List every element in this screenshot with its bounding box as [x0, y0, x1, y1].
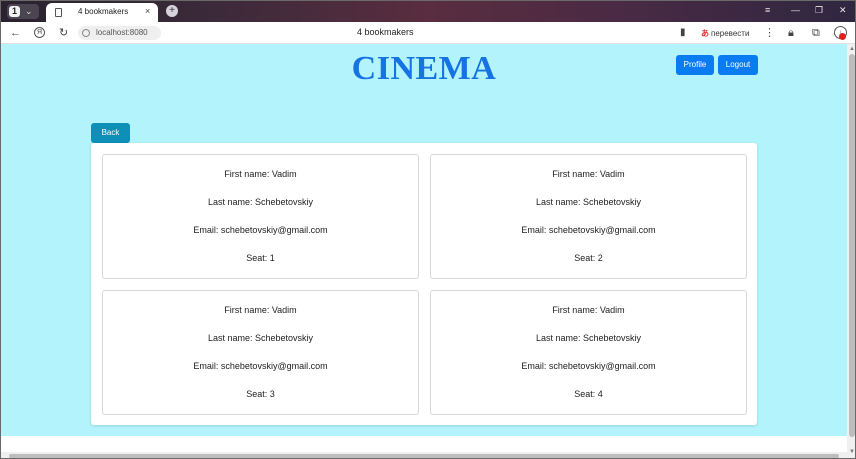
- back-arrow-icon[interactable]: ←: [10, 26, 21, 40]
- browser-window: 1 ⌄ 4 bookmakers × + ≡ — ❐ ✕ ← Я ↻ local…: [0, 0, 856, 459]
- email: Email: schebetovskiy@gmail.com: [521, 225, 656, 235]
- more-icon[interactable]: ⋮: [764, 26, 775, 40]
- first-name: First name: Vadim: [552, 169, 625, 179]
- lock-icon[interactable]: 🔒︎: [788, 26, 794, 40]
- booking-card: First name: Vadim Last name: Schebetovsk…: [102, 290, 419, 415]
- tab-bar: 1 ⌄ 4 bookmakers × + ≡ — ❐ ✕: [1, 1, 855, 22]
- notification-badge: [839, 33, 846, 40]
- url-text: localhost:8080: [96, 28, 148, 37]
- back-button[interactable]: Back: [91, 123, 130, 143]
- chevron-down-icon: ⌄: [25, 6, 33, 16]
- site-info-icon[interactable]: [82, 29, 90, 37]
- minimize-icon[interactable]: —: [791, 5, 800, 15]
- tab-active[interactable]: 4 bookmakers ×: [46, 3, 158, 22]
- extensions-icon[interactable]: ⧉: [812, 26, 820, 40]
- email: Email: schebetovskiy@gmail.com: [193, 361, 328, 371]
- horizontal-scrollbar[interactable]: [1, 452, 847, 458]
- close-window-icon[interactable]: ✕: [839, 5, 847, 16]
- scroll-up-icon[interactable]: ▲: [849, 46, 855, 52]
- seat: Seat: 2: [574, 253, 603, 263]
- bookmark-icon[interactable]: ▮: [680, 26, 686, 40]
- last-name: Last name: Schebetovskiy: [535, 197, 642, 207]
- address-bar: ← Я ↻ localhost:8080 4 bookmakers ▮ あ пер…: [1, 22, 855, 44]
- translate-icon: あ: [701, 29, 709, 38]
- reload-icon[interactable]: ↻: [59, 26, 68, 40]
- yandex-icon[interactable]: Я: [34, 27, 45, 38]
- profile-button[interactable]: Profile: [676, 55, 714, 75]
- booking-card: First name: Vadim Last name: Schebetovsk…: [430, 154, 747, 279]
- tab-count-badge: 1: [9, 6, 20, 17]
- first-name: First name: Vadim: [224, 169, 297, 179]
- booking-card: First name: Vadim Last name: Schebetovsk…: [430, 290, 747, 415]
- logout-button[interactable]: Logout: [718, 55, 758, 75]
- seat: Seat: 3: [246, 389, 275, 399]
- new-tab-button[interactable]: +: [166, 5, 178, 17]
- page-viewport: CINEMA Profile Logout Back First name: V…: [1, 44, 847, 458]
- first-name: First name: Vadim: [552, 305, 625, 315]
- scroll-down-icon[interactable]: ▼: [849, 449, 855, 455]
- email: Email: schebetovskiy@gmail.com: [193, 225, 328, 235]
- booking-card: First name: Vadim Last name: Schebetovsk…: [102, 154, 419, 279]
- first-name: First name: Vadim: [224, 305, 297, 315]
- document-icon: [55, 8, 62, 17]
- vertical-scrollbar[interactable]: ▲ ▼: [847, 44, 855, 458]
- last-name: Last name: Schebetovskiy: [535, 333, 642, 343]
- scrollbar-thumb[interactable]: [849, 54, 855, 437]
- seat: Seat: 1: [246, 253, 275, 263]
- translate-label: перевести: [711, 29, 750, 38]
- menu-icon[interactable]: ≡: [765, 5, 770, 15]
- last-name: Last name: Schebetovskiy: [207, 333, 314, 343]
- translate-button[interactable]: あ перевести: [701, 28, 749, 39]
- tab-title: 4 bookmakers: [78, 7, 129, 16]
- tab-switcher[interactable]: 1 ⌄: [7, 4, 39, 19]
- restore-icon[interactable]: ❐: [815, 5, 823, 16]
- horizontal-scrollbar-thumb[interactable]: [9, 454, 839, 458]
- page-title: 4 bookmakers: [357, 27, 414, 37]
- url-field[interactable]: localhost:8080: [78, 26, 161, 40]
- tab-close-icon[interactable]: ×: [145, 6, 150, 16]
- last-name: Last name: Schebetovskiy: [207, 197, 314, 207]
- seat: Seat: 4: [574, 389, 603, 399]
- email: Email: schebetovskiy@gmail.com: [521, 361, 656, 371]
- bookings-panel: First name: Vadim Last name: Schebetovsk…: [91, 143, 757, 425]
